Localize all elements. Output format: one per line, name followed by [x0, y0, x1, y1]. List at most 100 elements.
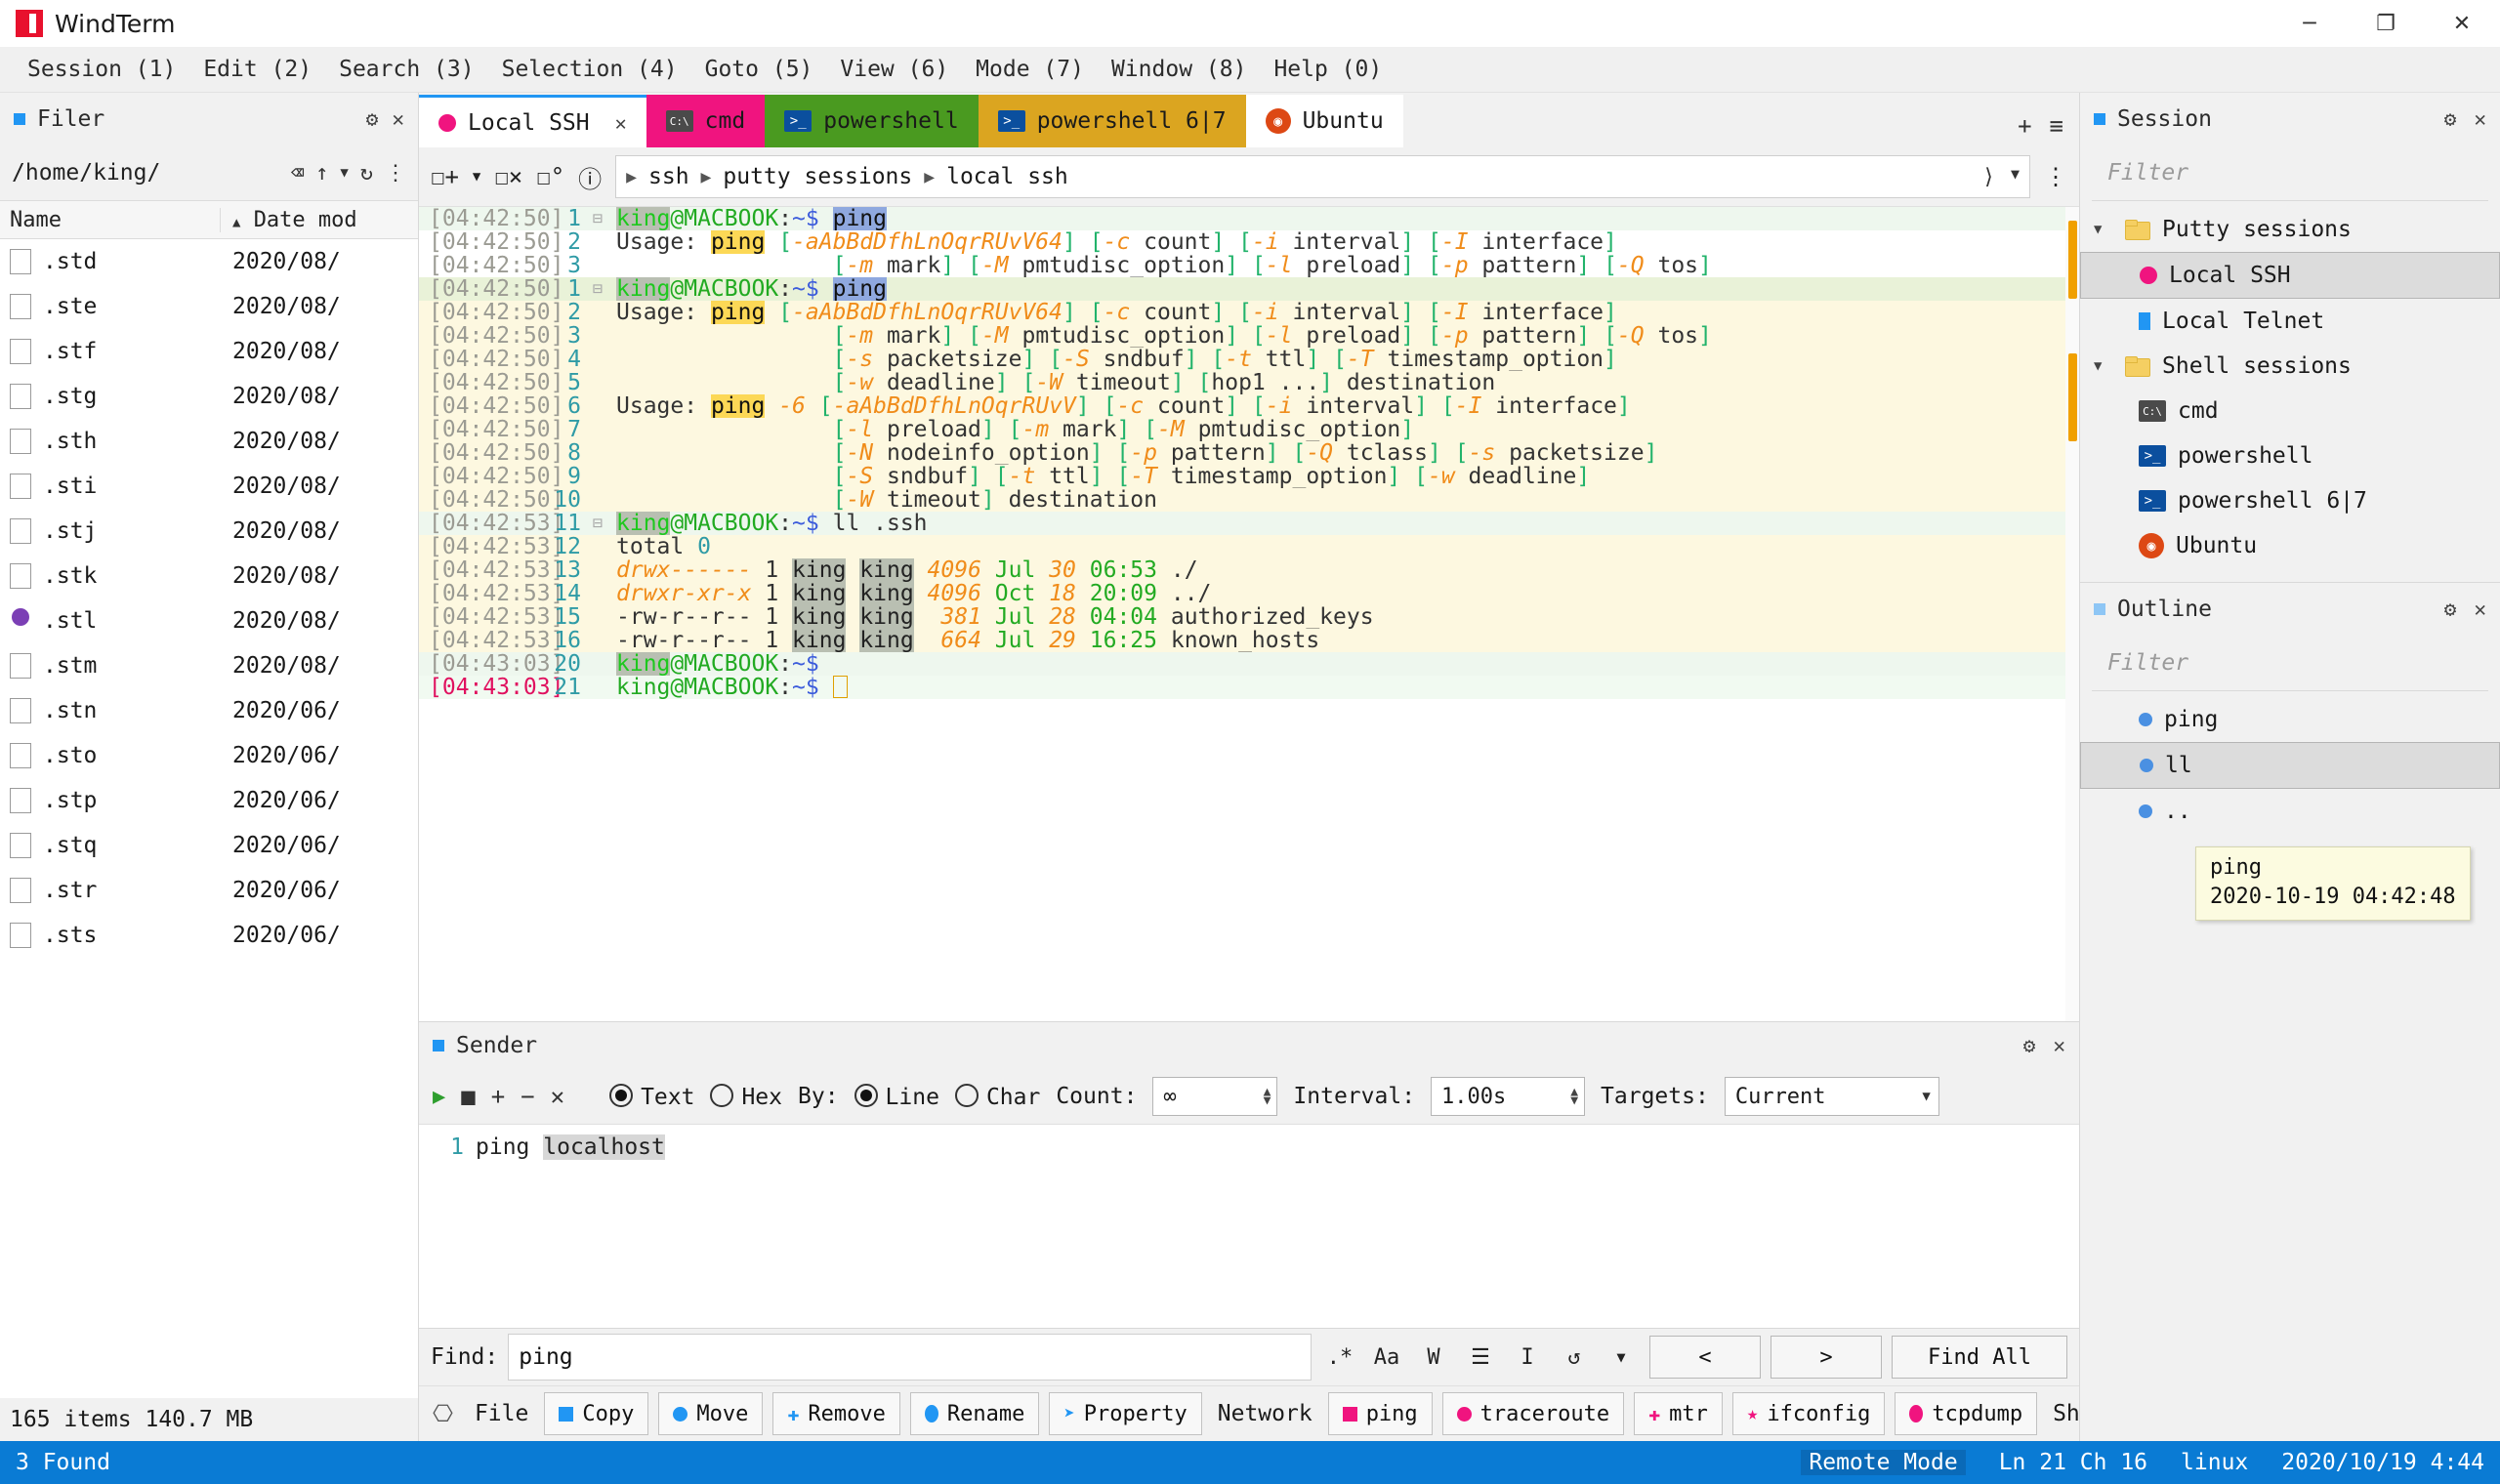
command-button-remove[interactable]: ✚ Remove [772, 1392, 900, 1435]
plus-icon[interactable]: + [491, 1083, 505, 1110]
file-row[interactable]: .sto 2020/06/ [0, 733, 418, 778]
plus-icon[interactable]: + [2018, 112, 2031, 140]
file-row[interactable]: .sti 2020/08/ [0, 464, 418, 509]
maximize-button[interactable]: ❐ [2348, 0, 2424, 47]
file-row[interactable]: .stf 2020/08/ [0, 329, 418, 374]
terminal-line[interactable]: [04:42:53] 14 drwxr-xr-x 1 king king 4096 … [419, 582, 2079, 605]
file-row[interactable]: .stk 2020/08/ [0, 554, 418, 598]
command-button-mtr[interactable]: ✚ mtr [1634, 1392, 1723, 1435]
tab-cmd[interactable]: C:\ cmd [646, 95, 766, 147]
tab-powershell[interactable]: >_ powershell [765, 95, 979, 147]
terminal-line[interactable]: [04:42:53] 16 -rw-r--r-- 1 king king 664 J… [419, 629, 2079, 652]
close-icon[interactable]: ✕ [2474, 598, 2486, 621]
session-tree[interactable]: ▼ Putty sessions Local SSH Local Telnet ▼ She… [2080, 201, 2500, 568]
tab-local-ssh[interactable]: Local SSH ✕ [419, 95, 646, 147]
file-row[interactable]: .stp 2020/06/ [0, 778, 418, 823]
menu-session[interactable]: Session (1) [14, 47, 189, 92]
gear-icon[interactable]: ⚙ [2023, 1034, 2036, 1057]
refresh-icon[interactable]: ↻ [360, 161, 373, 186]
gear-icon[interactable]: ⚙ [366, 107, 379, 131]
column-header-date[interactable]: ▲ Date mod [220, 207, 418, 232]
find-prev-button[interactable]: < [1649, 1336, 1761, 1379]
outline-list[interactable]: ping ll.. [2080, 691, 2500, 834]
chevron-down-icon[interactable]: ▼ [2094, 358, 2113, 374]
filer-path[interactable]: /home/king/ [12, 160, 160, 186]
command-button-property[interactable]: ➤ Property [1049, 1392, 1202, 1435]
gear-icon[interactable]: ⚙ [2444, 107, 2457, 131]
session-item-powershell-6-7[interactable]: >_ powershell 6|7 [2080, 478, 2500, 523]
terminal-line[interactable]: [04:42:50] 8 [-N nodeinfo_option] [-p pat… [419, 441, 2079, 465]
menu-goto[interactable]: Goto (5) [691, 47, 827, 92]
menu-window[interactable]: Window (8) [1098, 47, 1260, 92]
file-row[interactable]: .sth 2020/08/ [0, 419, 418, 464]
tab-powershell-6-7[interactable]: >_ powershell 6|7 [978, 95, 1246, 147]
session-item-shell-sessions[interactable]: ▼ Shell sessions [2080, 344, 2500, 389]
list-icon[interactable]: ☰ [1462, 1338, 1499, 1377]
file-row[interactable]: .stg 2020/08/ [0, 374, 418, 419]
terminal-line[interactable]: [04:42:50] 7 [-l preload] [-m mark] [-M p… [419, 418, 2079, 441]
radio-char[interactable]: Char [954, 1083, 1040, 1110]
terminal-line[interactable]: [04:42:50] 3 [-m mark] [-M pmtudisc_optio… [419, 324, 2079, 348]
minus-icon[interactable]: − [521, 1083, 534, 1110]
more-icon[interactable]: ⋮ [385, 161, 406, 186]
gear-icon[interactable]: ⚙ [2444, 598, 2457, 621]
session-item-putty-sessions[interactable]: ▼ Putty sessions [2080, 207, 2500, 252]
sender-editor[interactable]: 1 ping localhost [419, 1124, 2079, 1328]
list-icon[interactable]: ≡ [2050, 112, 2063, 140]
whole-word-icon[interactable]: W [1415, 1338, 1452, 1377]
command-button-traceroute[interactable]: traceroute [1441, 1392, 1625, 1435]
file-row[interactable]: .stq 2020/06/ [0, 823, 418, 868]
new-tab-icon[interactable]: ☐+ [431, 163, 459, 190]
radio-line[interactable]: Line [854, 1083, 939, 1110]
command-button-rename[interactable]: Rename [909, 1392, 1040, 1435]
outline-item[interactable]: .. [2080, 789, 2500, 834]
session-item-powershell[interactable]: >_ powershell [2080, 433, 2500, 478]
terminal-line[interactable]: [04:42:50] 5 [-w deadline] [-W timeout] [… [419, 371, 2079, 394]
file-row[interactable]: .ste 2020/08/ [0, 284, 418, 329]
terminal-line[interactable]: [04:42:50] 1 ⊟ king@MACBOOK:~$ ping [419, 277, 2079, 301]
session-filter-input[interactable]: Filter [2092, 145, 2488, 201]
file-row[interactable]: .stj 2020/08/ [0, 509, 418, 554]
fold-icon[interactable]: ⊟ [587, 512, 608, 535]
reopen-tab-icon[interactable]: ☐° [536, 163, 564, 190]
menu-mode[interactable]: Mode (7) [962, 47, 1098, 92]
terminal-line[interactable]: [04:42:50] 6 Usage: ping -6 [-aAbBdDfhLnOq… [419, 394, 2079, 418]
terminal-line[interactable]: [04:42:50] 9 [-S sndbuf] [-t ttl] [-T tim… [419, 465, 2079, 488]
session-item-ubuntu[interactable]: ◉ Ubuntu [2080, 523, 2500, 568]
find-all-button[interactable]: Find All [1892, 1336, 2067, 1379]
more-icon[interactable]: ⋮ [2044, 163, 2067, 190]
terminal-line[interactable]: [04:42:50] 3 [-m mark] [-M pmtudisc_optio… [419, 254, 2079, 277]
terminal-line[interactable]: [04:42:53] 15 -rw-r--r-- 1 king king 381 J… [419, 605, 2079, 629]
filer-file-list[interactable]: .std 2020/08/.ste 2020/08/.stf 2020/08/.stg… [0, 239, 418, 1398]
terminal-line[interactable]: [04:42:50] 2 Usage: ping [-aAbBdDfhLnOqrRU… [419, 230, 2079, 254]
close-icon[interactable]: ✕ [2474, 107, 2486, 131]
close-button[interactable]: ✕ [2424, 0, 2500, 47]
match-case-icon[interactable]: Aa [1368, 1338, 1405, 1377]
selection-icon[interactable]: I [1509, 1338, 1546, 1377]
command-button-ifconfig[interactable]: ★ ifconfig [1731, 1392, 1886, 1435]
file-row[interactable]: .stn 2020/06/ [0, 688, 418, 733]
terminal-line[interactable]: [04:42:53] 12 total 0 [419, 535, 2079, 558]
chevron-down-icon[interactable]: ▼ [2094, 222, 2113, 237]
file-row[interactable]: .stl 2020/08/ [0, 598, 418, 643]
menu-selection[interactable]: Selection (4) [488, 47, 691, 92]
breadcrumb-item-ssh[interactable]: ssh [648, 164, 689, 189]
menu-view[interactable]: View (6) [826, 47, 962, 92]
up-arrow-icon[interactable]: ↑ [315, 161, 328, 186]
command-button-ping[interactable]: ping [1327, 1392, 1433, 1435]
minimize-button[interactable]: ─ [2271, 0, 2348, 47]
find-next-button[interactable]: > [1771, 1336, 1882, 1379]
find-input[interactable]: ping [508, 1334, 1312, 1381]
terminal-line[interactable]: [04:43:03] 20 king@MACBOOK:~$ [419, 652, 2079, 676]
expand-breadcrumb-icon[interactable]: ⟩ [1982, 165, 1995, 189]
chevron-down-icon[interactable]: ▼ [1603, 1338, 1640, 1377]
terminal-line[interactable]: [04:42:50] 4 [-s packetsize] [-S sndbuf] … [419, 348, 2079, 371]
sender-command-text[interactable]: ping localhost [476, 1133, 665, 1162]
close-tab-icon[interactable]: ☐× [494, 163, 522, 190]
status-os[interactable]: linux [2181, 1450, 2248, 1475]
terminal-line[interactable]: [04:43:03] 21 king@MACBOOK:~$ [419, 676, 2079, 699]
file-row[interactable]: .std 2020/08/ [0, 239, 418, 284]
radio-text[interactable]: Text [609, 1083, 694, 1110]
info-icon[interactable]: ⓘ [578, 160, 602, 194]
tab-ubuntu[interactable]: ◉ Ubuntu [1245, 95, 1403, 147]
